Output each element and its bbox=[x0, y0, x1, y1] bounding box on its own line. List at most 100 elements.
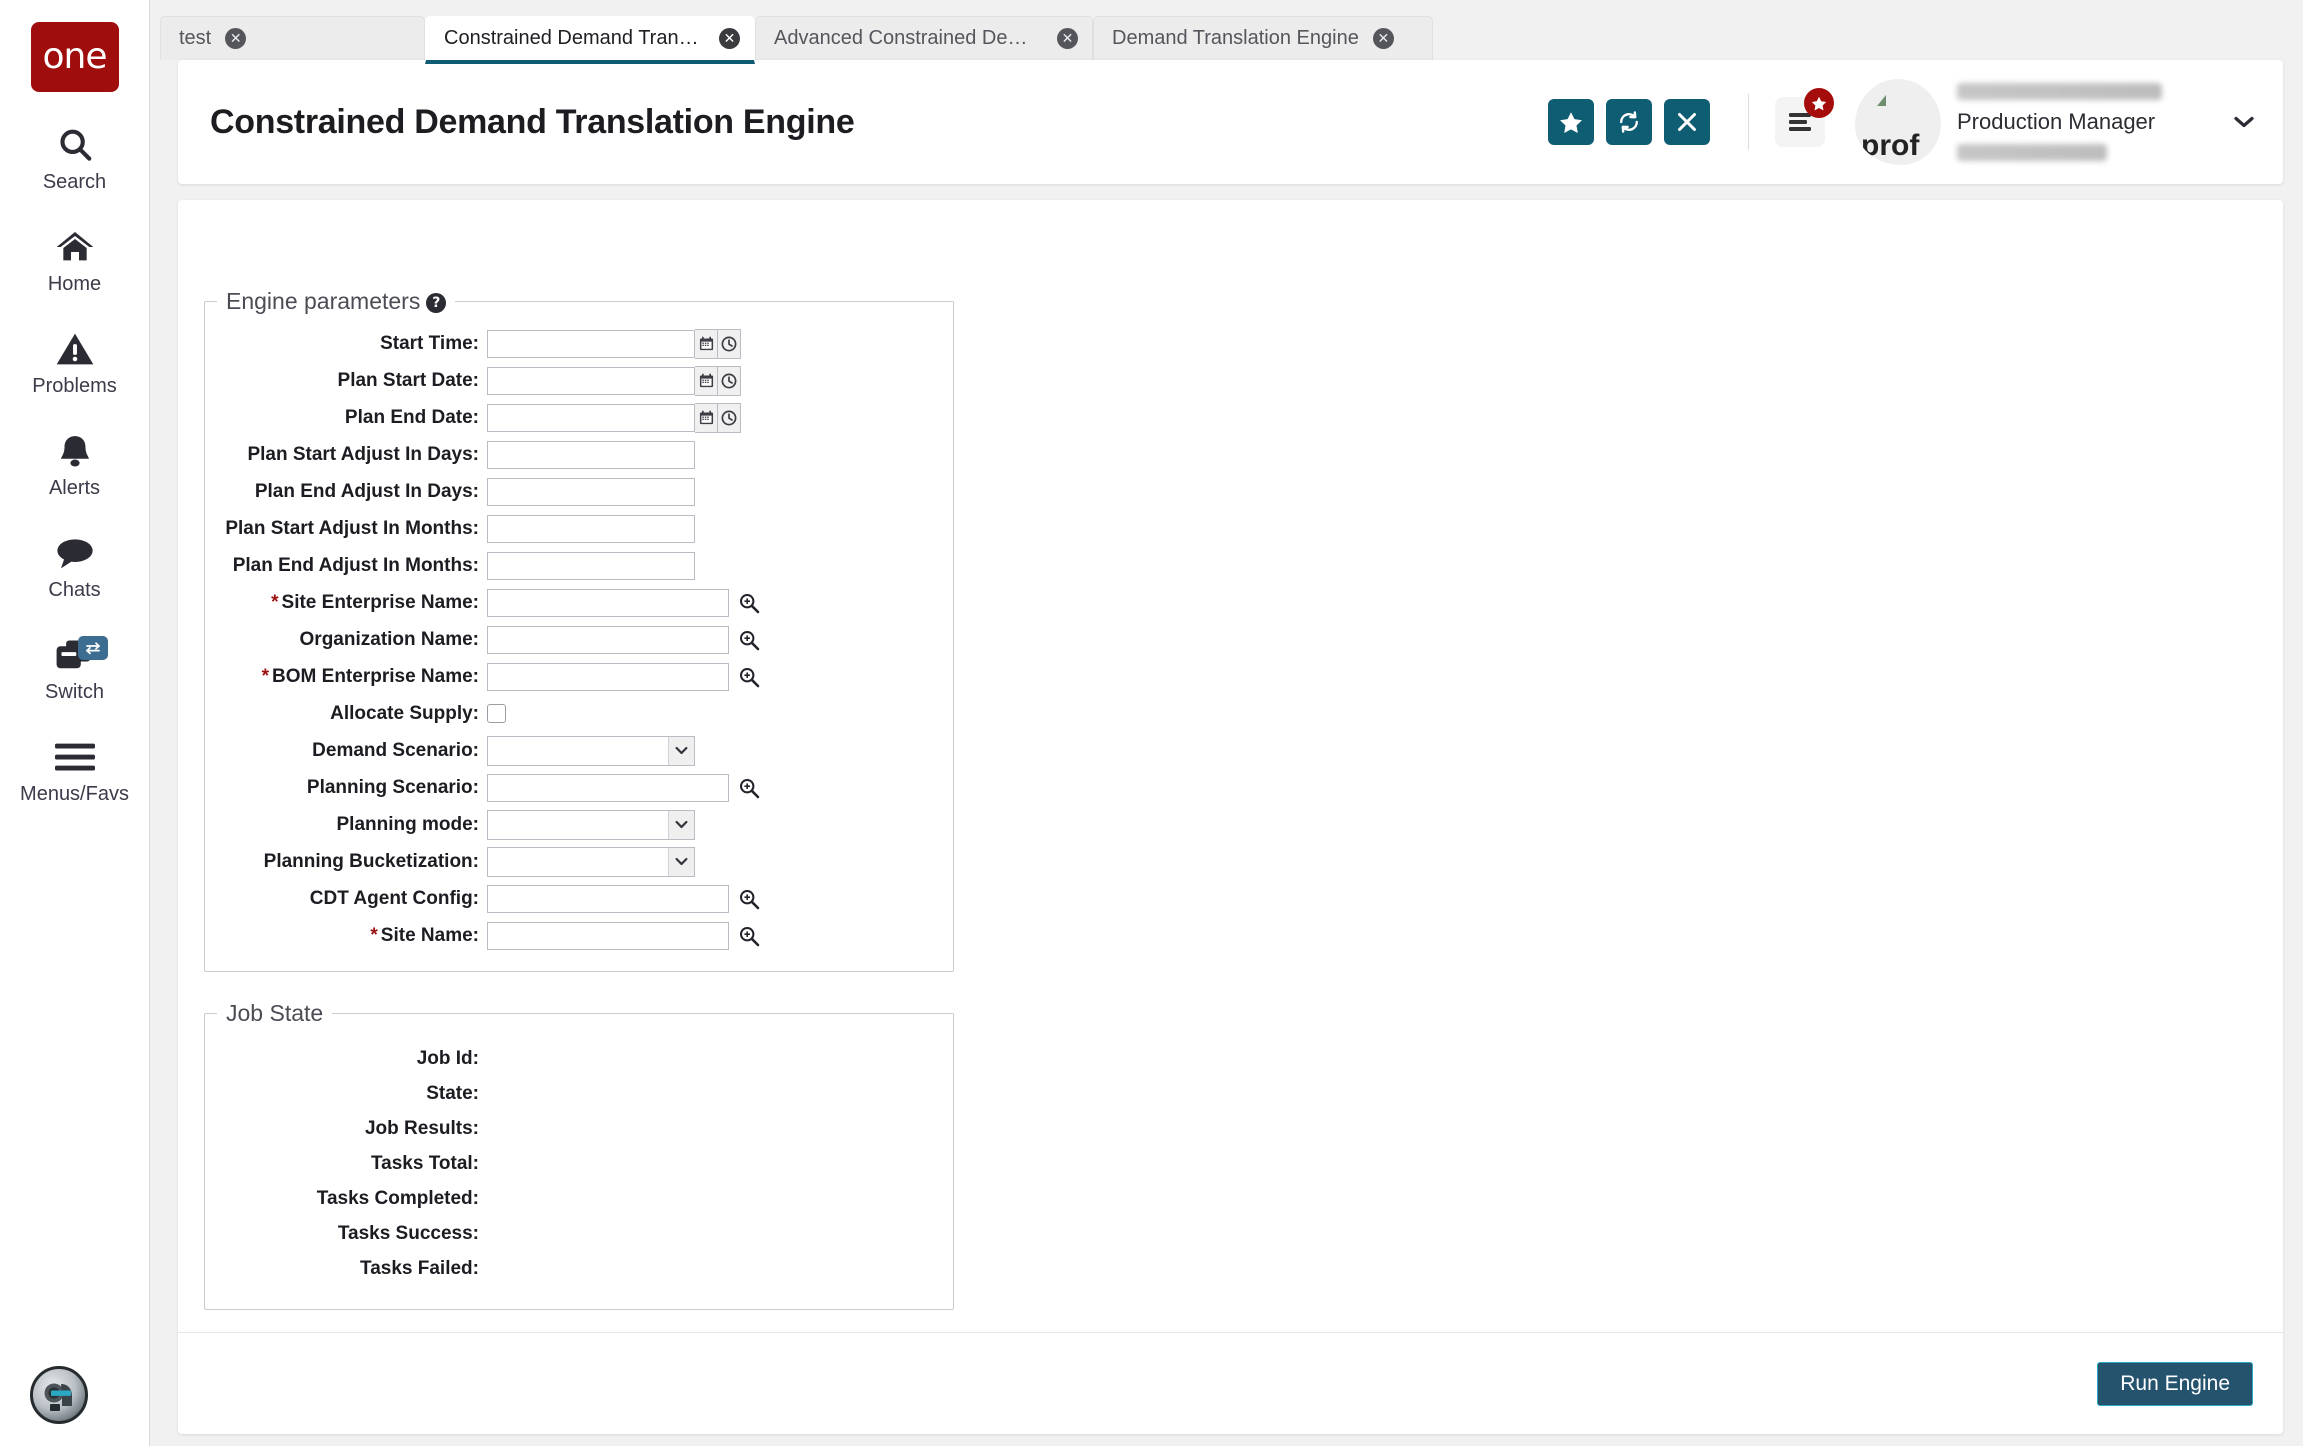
magnifier-plus-icon[interactable] bbox=[734, 662, 764, 692]
clock-icon[interactable] bbox=[718, 366, 741, 396]
plan-end-adjust-days-input[interactable] bbox=[487, 478, 695, 506]
sidebar-item-menus-favs[interactable]: Menus/Favs bbox=[0, 734, 150, 806]
job-state-legend: Job State bbox=[217, 1000, 332, 1027]
field-row-planning-scenario: Planning Scenario: bbox=[205, 769, 953, 806]
site-name-input[interactable] bbox=[487, 922, 729, 950]
bell-icon bbox=[56, 428, 94, 474]
field-label: Plan End Date: bbox=[205, 407, 487, 429]
page-title: Constrained Demand Translation Engine bbox=[210, 103, 854, 142]
calendar-icon[interactable] bbox=[695, 403, 718, 433]
tab-label: test bbox=[179, 27, 211, 50]
chevron-down-icon bbox=[2233, 115, 2255, 129]
plan-end-date-input[interactable] bbox=[487, 404, 695, 432]
magnifier-plus-icon[interactable] bbox=[734, 884, 764, 914]
sidebar-item-problems[interactable]: Problems bbox=[0, 326, 150, 398]
sidebar-item-label: Problems bbox=[32, 375, 116, 398]
tab-advanced-constrained-demand[interactable]: Advanced Constrained Demand ... ✕ bbox=[755, 16, 1093, 60]
job-id-label: Job Id: bbox=[205, 1048, 487, 1070]
field-row-plan-end-adjust-months: Plan End Adjust In Months: bbox=[205, 547, 953, 584]
field-row-plan-end-date: Plan End Date: bbox=[205, 399, 953, 436]
magnifier-plus-icon[interactable] bbox=[734, 588, 764, 618]
cdt-agent-config-input[interactable] bbox=[487, 885, 729, 913]
job-results-label: Job Results: bbox=[205, 1118, 487, 1140]
field-label: Planning Scenario: bbox=[205, 777, 487, 799]
planning-bucketization-select-wrap bbox=[487, 847, 695, 877]
field-label: Plan End Adjust In Days: bbox=[205, 481, 487, 503]
brand-logo[interactable]: one bbox=[31, 22, 119, 92]
favorites-menu-button[interactable] bbox=[1775, 97, 1825, 147]
allocate-supply-checkbox[interactable] bbox=[487, 704, 506, 723]
magnifier-plus-icon[interactable] bbox=[734, 625, 764, 655]
tab-close-icon[interactable]: ✕ bbox=[719, 28, 740, 49]
field-row-start-time: Start Time: bbox=[205, 325, 953, 362]
site-enterprise-name-input[interactable] bbox=[487, 589, 729, 617]
field-row-planning-mode: Planning mode: bbox=[205, 806, 953, 843]
tab-close-icon[interactable]: ✕ bbox=[225, 28, 246, 49]
magnifier-plus-icon[interactable] bbox=[734, 921, 764, 951]
planning-scenario-input[interactable] bbox=[487, 774, 729, 802]
required-asterisk: * bbox=[370, 925, 377, 946]
tab-constrained-demand-translation[interactable]: Constrained Demand Translatio... ✕ bbox=[425, 16, 755, 64]
calendar-icon[interactable] bbox=[695, 329, 718, 359]
exchange-arrows-icon[interactable] bbox=[78, 636, 108, 660]
field-row-plan-start-adjust-months: Plan Start Adjust In Months: bbox=[205, 510, 953, 547]
question-mark-icon[interactable]: ? bbox=[426, 293, 446, 313]
tasks-success-label: Tasks Success: bbox=[205, 1223, 487, 1245]
demand-scenario-select[interactable] bbox=[487, 736, 695, 766]
sidebar-item-home[interactable]: Home bbox=[0, 224, 150, 296]
plan-start-date-input[interactable] bbox=[487, 367, 695, 395]
organization-name-input[interactable] bbox=[487, 626, 729, 654]
calendar-icon[interactable] bbox=[695, 366, 718, 396]
refresh-button[interactable] bbox=[1606, 99, 1652, 145]
tab-close-icon[interactable]: ✕ bbox=[1373, 28, 1394, 49]
header-divider bbox=[1748, 94, 1749, 150]
clock-icon[interactable] bbox=[718, 329, 741, 359]
run-engine-button[interactable]: Run Engine bbox=[2097, 1362, 2253, 1406]
tasks-total-label: Tasks Total: bbox=[205, 1153, 487, 1175]
sidebar-item-switch[interactable]: Switch bbox=[0, 632, 150, 704]
plan-start-adjust-days-input[interactable] bbox=[487, 441, 695, 469]
field-row-allocate-supply: Allocate Supply: bbox=[205, 695, 953, 732]
tasks-completed-label: Tasks Completed: bbox=[205, 1188, 487, 1210]
plan-start-adjust-months-input[interactable] bbox=[487, 515, 695, 543]
home-icon bbox=[55, 224, 95, 270]
planning-bucketization-select[interactable] bbox=[487, 847, 695, 877]
robot-head-icon[interactable] bbox=[30, 1366, 88, 1424]
close-button[interactable] bbox=[1664, 99, 1710, 145]
page-header: Constrained Demand Translation Engine bbox=[178, 60, 2283, 184]
job-state-panel: Job State Job Id: State: Job Results: Ta… bbox=[204, 1000, 954, 1310]
field-label: Planning Bucketization: bbox=[205, 851, 487, 873]
profile-dropdown-toggle[interactable] bbox=[2213, 78, 2275, 166]
planning-mode-select[interactable] bbox=[487, 810, 695, 840]
brand-logo-text: one bbox=[43, 39, 107, 75]
warning-triangle-icon bbox=[55, 326, 95, 372]
avatar[interactable]: prof bbox=[1855, 79, 1941, 165]
field-label: Plan Start Adjust In Months: bbox=[205, 518, 487, 540]
refresh-icon bbox=[1617, 110, 1641, 134]
start-time-input[interactable] bbox=[487, 330, 695, 358]
tab-demand-translation-engine[interactable]: Demand Translation Engine ✕ bbox=[1093, 16, 1433, 60]
field-row-plan-start-date: Plan Start Date: bbox=[205, 362, 953, 399]
sidebar-item-label: Menus/Favs bbox=[20, 783, 129, 806]
profile-org-redacted bbox=[1957, 144, 2107, 161]
sidebar-item-label: Home bbox=[48, 273, 101, 296]
sidebar-item-chats[interactable]: Chats bbox=[0, 530, 150, 602]
bom-enterprise-name-input[interactable] bbox=[487, 663, 729, 691]
favorite-button[interactable] bbox=[1548, 99, 1594, 145]
field-label: *BOM Enterprise Name: bbox=[205, 666, 487, 688]
field-label: Plan Start Adjust In Days: bbox=[205, 444, 487, 466]
tab-close-icon[interactable]: ✕ bbox=[1057, 28, 1078, 49]
field-label: Planning mode: bbox=[205, 814, 487, 836]
field-label: Start Time: bbox=[205, 333, 487, 355]
plan-end-adjust-months-input[interactable] bbox=[487, 552, 695, 580]
magnifier-plus-icon[interactable] bbox=[734, 773, 764, 803]
clock-icon[interactable] bbox=[718, 403, 741, 433]
tab-test[interactable]: test ✕ bbox=[160, 16, 425, 60]
required-asterisk: * bbox=[271, 592, 278, 613]
profile-menu[interactable]: Production Manager bbox=[1933, 78, 2213, 166]
star-icon bbox=[1559, 111, 1583, 134]
sidebar-item-search[interactable]: Search bbox=[0, 122, 150, 194]
demand-scenario-select-wrap bbox=[487, 736, 695, 766]
sidebar-item-alerts[interactable]: Alerts bbox=[0, 428, 150, 500]
favorites-badge bbox=[1804, 88, 1834, 118]
